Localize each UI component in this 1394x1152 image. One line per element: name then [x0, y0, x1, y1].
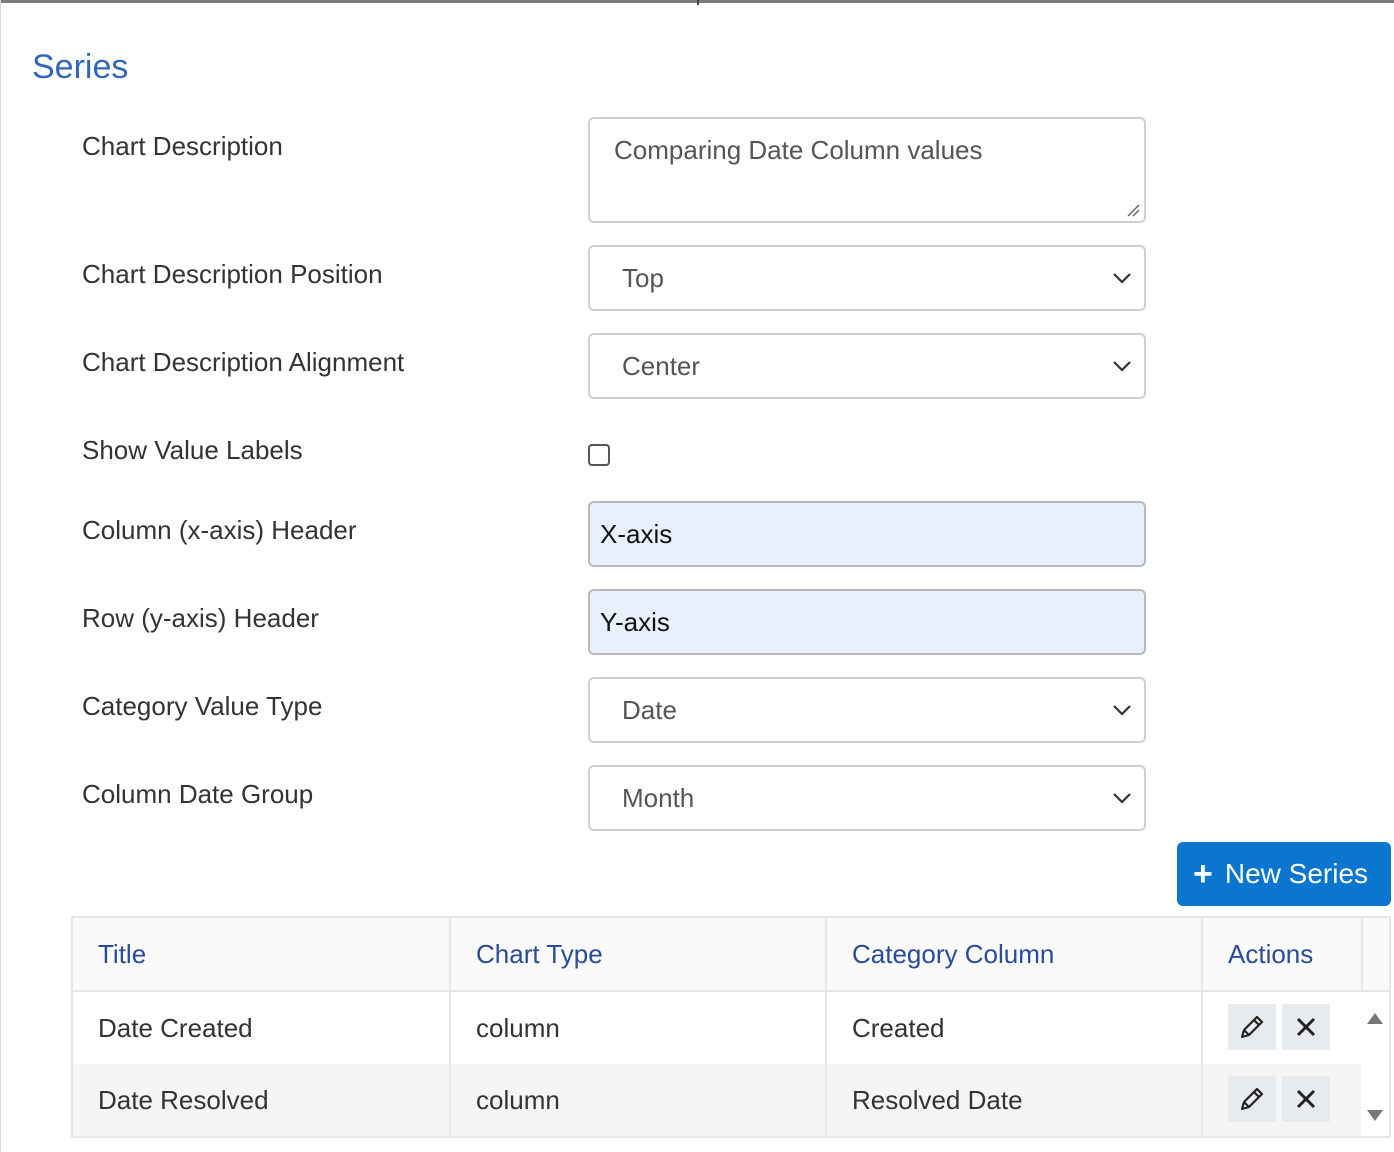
- chevron-down-icon: [1113, 705, 1131, 716]
- chevron-down-icon: [1113, 361, 1131, 372]
- row-category-column: Resolved Date: [827, 1064, 1203, 1136]
- column-header-category-column[interactable]: Category Column: [827, 918, 1203, 990]
- chevron-down-icon: [1113, 273, 1131, 284]
- chart-description-alignment-label: Chart Description Alignment: [82, 347, 405, 377]
- row-title: Date Created: [73, 992, 451, 1064]
- column-header-actions: Actions: [1203, 918, 1363, 990]
- row-chart-type: column: [451, 992, 827, 1064]
- column-date-group-value: Month: [622, 783, 695, 813]
- category-value-type-value: Date: [622, 695, 677, 725]
- close-icon: [1296, 1089, 1316, 1109]
- row-actions: [1203, 992, 1363, 1064]
- delete-button[interactable]: [1282, 1076, 1330, 1122]
- table-row[interactable]: Date Resolved column Resolved Date: [73, 1064, 1363, 1136]
- top-tick: [697, 0, 699, 5]
- chart-description-textarea[interactable]: Comparing Date Column values: [588, 117, 1146, 223]
- category-value-type-label: Category Value Type: [82, 691, 323, 721]
- column-header-label: Column (x-axis) Header: [82, 515, 357, 545]
- chart-description-value: Comparing Date Column values: [614, 135, 983, 165]
- column-header-input[interactable]: X-axis: [588, 501, 1146, 567]
- pencil-icon: [1240, 1015, 1264, 1039]
- row-header-label: Row (y-axis) Header: [82, 603, 319, 633]
- section-title: Series: [32, 48, 129, 86]
- resize-grip-icon[interactable]: [1126, 203, 1140, 217]
- edit-button[interactable]: [1228, 1004, 1276, 1050]
- show-value-labels-checkbox[interactable]: [588, 444, 610, 466]
- column-header-title[interactable]: Title: [73, 918, 451, 990]
- plus-icon: +: [1193, 855, 1213, 893]
- row-title: Date Resolved: [73, 1064, 451, 1136]
- table-row[interactable]: Date Created column Created: [73, 992, 1363, 1064]
- row-category-column: Created: [827, 992, 1203, 1064]
- show-value-labels-label: Show Value Labels: [82, 435, 303, 465]
- new-series-button[interactable]: + New Series: [1177, 842, 1391, 906]
- scroll-down-icon[interactable]: [1365, 1108, 1385, 1124]
- row-chart-type: column: [451, 1064, 827, 1136]
- delete-button[interactable]: [1282, 1004, 1330, 1050]
- chart-description-alignment-select[interactable]: Center: [588, 333, 1146, 399]
- chart-description-position-label: Chart Description Position: [82, 259, 383, 289]
- row-actions: [1203, 1064, 1363, 1136]
- chart-description-label: Chart Description: [82, 131, 283, 161]
- scroll-up-icon[interactable]: [1365, 1010, 1385, 1026]
- left-border: [0, 0, 1, 1152]
- column-date-group-label: Column Date Group: [82, 779, 314, 809]
- pencil-icon: [1240, 1087, 1264, 1111]
- chart-description-position-value: Top: [622, 263, 664, 293]
- table-scrollbar[interactable]: [1361, 992, 1389, 1136]
- header-scroll-spacer: [1363, 918, 1389, 990]
- category-value-type-select[interactable]: Date: [588, 677, 1146, 743]
- row-header-input[interactable]: Y-axis: [588, 589, 1146, 655]
- table-header: Title Chart Type Category Column Actions: [73, 918, 1389, 992]
- close-icon: [1296, 1017, 1316, 1037]
- series-panel: Series Chart Description Comparing Date …: [0, 0, 1394, 1152]
- chevron-down-icon: [1113, 793, 1131, 804]
- chart-description-alignment-value: Center: [622, 351, 701, 381]
- column-date-group-select[interactable]: Month: [588, 765, 1146, 831]
- row-header-value: Y-axis: [600, 607, 670, 637]
- edit-button[interactable]: [1228, 1076, 1276, 1122]
- new-series-label: New Series: [1224, 858, 1369, 889]
- column-header-value: X-axis: [600, 519, 673, 549]
- column-header-chart-type[interactable]: Chart Type: [451, 918, 827, 990]
- series-table: Title Chart Type Category Column Actions…: [71, 916, 1391, 1138]
- chart-description-position-select[interactable]: Top: [588, 245, 1146, 311]
